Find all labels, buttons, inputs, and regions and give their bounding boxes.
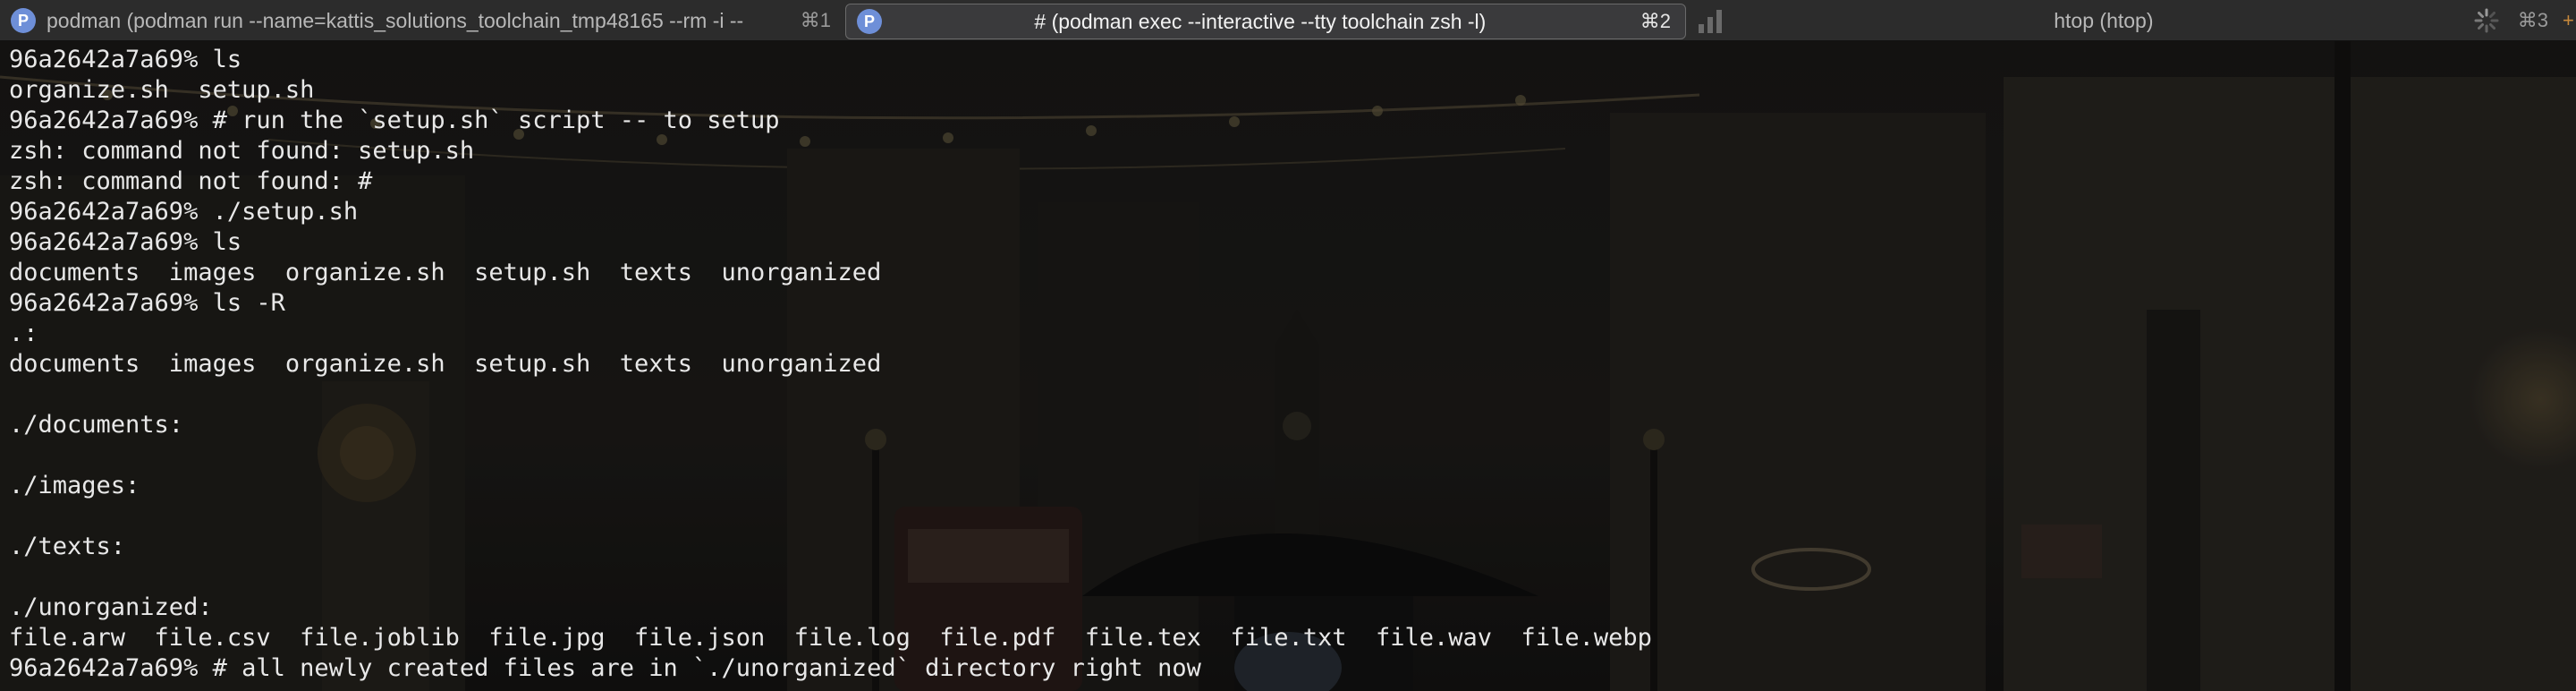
tab-htop[interactable]: htop (htop) ⌘3 (1686, 0, 2563, 41)
terminal-line: 96a2642a7a69% ls (9, 46, 242, 73)
terminal-line: ./texts: (9, 533, 126, 560)
loading-spinner-icon (2474, 8, 2499, 33)
tab-shortcut: ⌘3 (2517, 9, 2548, 31)
tab-title: htop (htop) (2054, 8, 2154, 32)
terminal-line: 96a2642a7a69% ls (9, 228, 242, 256)
terminal-line: 96a2642a7a69% ls -R (9, 289, 285, 317)
terminal-line: documents images organize.sh setup.sh te… (9, 259, 882, 286)
tab-title: podman (podman run --name=kattis_solutio… (47, 8, 744, 32)
terminal-line: zsh: command not found: # (9, 167, 373, 195)
terminal-line: file.arw file.csv file.joblib file.jpg f… (9, 624, 1652, 652)
tab-shortcut: ⌘2 (1640, 10, 1671, 32)
tab-podman-exec[interactable]: P # (podman exec --interactive --tty too… (845, 4, 1686, 39)
terminal-line: ./unorganized: (9, 593, 213, 621)
terminal-output[interactable]: 96a2642a7a69% ls organize.sh setup.sh 96a2… (9, 45, 1652, 684)
terminal-window: P podman (podman run --name=kattis_solut… (0, 0, 2576, 691)
terminal-line: ./documents: (9, 411, 184, 439)
tab-bar: P podman (podman run --name=kattis_solut… (0, 0, 2576, 41)
podman-icon: P (857, 9, 882, 34)
new-tab-button[interactable]: + (2563, 0, 2576, 41)
terminal-line: documents images organize.sh setup.sh te… (9, 350, 882, 378)
activity-bars-icon (1699, 10, 1722, 33)
terminal-line: 96a2642a7a69% # run the `setup.sh` scrip… (9, 107, 780, 134)
terminal-line: organize.sh setup.sh (9, 76, 315, 104)
terminal-line: 96a2642a7a69% # all newly created files … (9, 654, 1201, 682)
tab-podman-run[interactable]: P podman (podman run --name=kattis_solut… (0, 0, 845, 41)
tab-title: # (podman exec --interactive --tty toolc… (1034, 9, 1487, 33)
terminal-line: 96a2642a7a69% ./setup.sh (9, 198, 359, 226)
terminal-line: .: (9, 320, 38, 347)
tab-shortcut: ⌘1 (800, 9, 831, 31)
podman-icon: P (11, 8, 36, 33)
terminal-line: ./images: (9, 472, 140, 499)
terminal-line: zsh: command not found: setup.sh (9, 137, 475, 165)
